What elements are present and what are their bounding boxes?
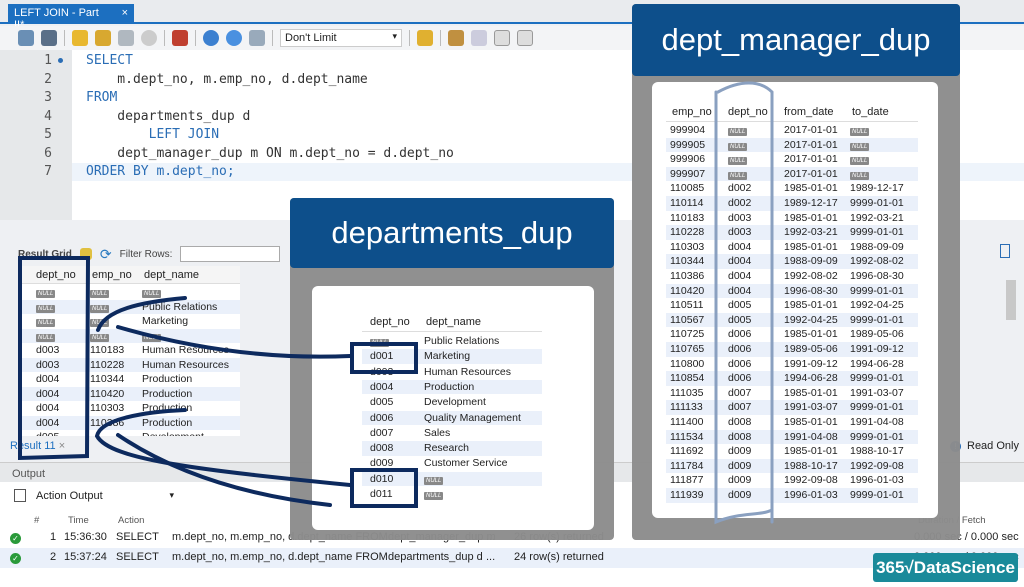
annotation-column-dept-no — [714, 81, 774, 525]
annotation-box-d001 — [350, 342, 418, 374]
annotation-box-d010-d011 — [350, 468, 418, 508]
hand-drawn-annotations — [18, 81, 774, 525]
annotation-arrow-2 — [116, 325, 352, 359]
365-datascience-logo: 365√DataScience — [873, 553, 1018, 582]
annotation-box-result-dept-no — [18, 256, 91, 461]
annotation-arrow-1 — [96, 296, 187, 332]
